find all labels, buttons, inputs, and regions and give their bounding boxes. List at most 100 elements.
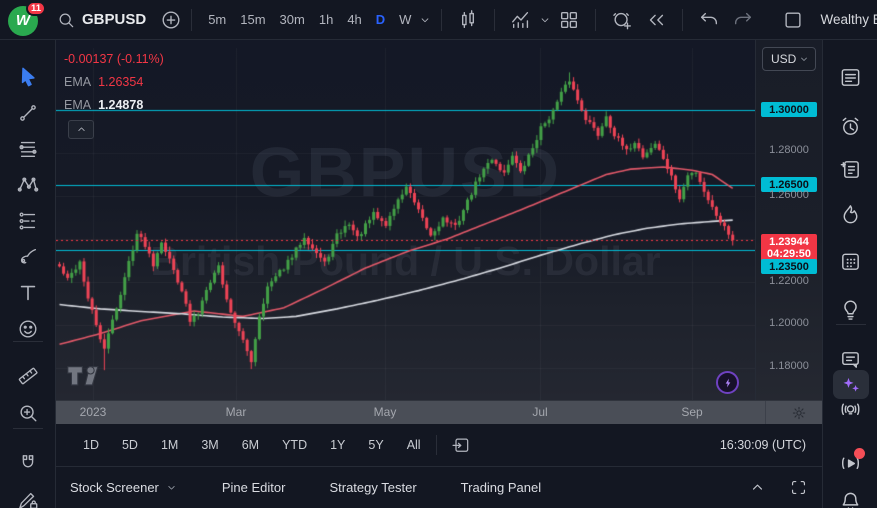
undo-button[interactable]	[692, 9, 726, 31]
chat-icon	[839, 348, 862, 371]
trend-line-tool[interactable]	[17, 102, 39, 124]
range-group: 1D 5D 1M 3M 6M YTD 1Y 5Y All	[76, 434, 428, 456]
sidebar-chat-button[interactable]	[839, 348, 863, 372]
sidebar-watchlist-button[interactable]	[839, 66, 863, 90]
sidebar-notifications-button[interactable]	[839, 490, 863, 508]
save-layout-checkbox[interactable]	[776, 9, 810, 31]
bottom-panel-bar: Stock Screener Pine Editor Strategy Tester…	[56, 467, 822, 508]
axis-price-label: 1.28000	[761, 144, 817, 156]
currency-selector[interactable]: USD	[762, 47, 816, 71]
timeframe-group: 5m15m30m1h4hDW	[201, 8, 418, 31]
fullscreen-icon[interactable]	[789, 478, 808, 497]
ema-white-row[interactable]: EMA1.24878	[64, 94, 164, 117]
range-1d[interactable]: 1D	[76, 434, 106, 456]
timeframe-30m[interactable]: 30m	[273, 8, 312, 31]
price-axis[interactable]: USD 1.300001.280001.265001.260001.239440…	[756, 40, 822, 400]
time-label-mar: Mar	[211, 405, 261, 419]
go-to-date-button[interactable]	[445, 435, 477, 455]
zoom-in-tool[interactable]	[17, 402, 39, 424]
replay-icon	[645, 9, 667, 31]
panel-expand-chevron-icon[interactable]	[748, 478, 767, 497]
sidebar-ideas-button[interactable]	[839, 297, 863, 321]
server-clock[interactable]: 16:30:09 (UTC)	[720, 438, 810, 452]
timeframe-1h[interactable]: 1h	[312, 8, 340, 31]
fib-retracement-icon	[17, 138, 39, 160]
range-6m[interactable]: 6M	[235, 434, 266, 456]
notification-count-badge: 11	[26, 1, 46, 16]
sidebar-object-tree-button[interactable]	[839, 158, 863, 182]
tab-trading-panel[interactable]: Trading Panel	[461, 480, 541, 495]
chart-pane[interactable]: GBPUSD British Pound / U.S. Dollar -0.00…	[56, 40, 756, 400]
time-label-may: May	[360, 405, 410, 419]
cursor-tool[interactable]	[17, 66, 39, 88]
magnet-tool[interactable]	[17, 453, 39, 475]
sidebar-live-ideas-button[interactable]	[839, 398, 863, 422]
divider	[682, 9, 683, 31]
range-3m[interactable]: 3M	[194, 434, 225, 456]
range-all[interactable]: All	[400, 434, 428, 456]
sidebar-alerts-button[interactable]	[839, 115, 863, 139]
text-tool[interactable]	[17, 282, 39, 304]
divider	[836, 324, 866, 325]
symbol-button[interactable]: GBPUSD	[82, 11, 146, 28]
legend-collapse-button[interactable]	[68, 120, 94, 139]
time-axis[interactable]: 2023MarMayJulSep	[56, 400, 822, 424]
ema-label: EMA	[64, 75, 91, 89]
price-change: -0.00137 (-0.11%)	[64, 48, 164, 71]
redo-button[interactable]	[726, 9, 760, 31]
divider	[13, 341, 43, 342]
range-5y[interactable]: 5Y	[361, 434, 390, 456]
create-alert-button[interactable]	[605, 9, 639, 31]
tab-strategy-tester[interactable]: Strategy Tester	[329, 480, 416, 495]
live-ideas-icon	[839, 398, 862, 421]
range-1y[interactable]: 1Y	[323, 434, 352, 456]
divider	[595, 9, 596, 31]
indicators-icon	[510, 9, 532, 31]
axis-settings-gear-icon[interactable]	[790, 404, 808, 422]
divider	[494, 9, 495, 31]
search-icon[interactable]	[56, 10, 76, 30]
chart-style-button[interactable]	[451, 9, 485, 31]
range-ytd[interactable]: YTD	[275, 434, 314, 456]
ruler-tool[interactable]	[17, 363, 39, 385]
drawing-lock-tool[interactable]	[17, 489, 39, 508]
compare-add-icon[interactable]	[160, 9, 182, 31]
right-sidebar	[822, 40, 877, 508]
ema-red-row[interactable]: EMA1.26354	[64, 71, 164, 94]
range-5d[interactable]: 5D	[115, 434, 145, 456]
sidebar-streams-button[interactable]	[839, 452, 863, 476]
sidebar-ai-assistant-button[interactable]	[833, 370, 869, 399]
time-label-sep: Sep	[667, 405, 717, 419]
fib-retracement-tool[interactable]	[17, 138, 39, 160]
indicators-button[interactable]	[504, 9, 538, 31]
timeframe-w[interactable]: W	[392, 8, 418, 31]
emoji-tool[interactable]	[17, 318, 39, 340]
tab-pine-editor[interactable]: Pine Editor	[222, 480, 286, 495]
sidebar-hotlists-button[interactable]	[839, 203, 863, 227]
indicators-chevron-icon[interactable]	[538, 13, 552, 27]
tab-stock-screener[interactable]: Stock Screener	[70, 480, 178, 495]
bar-replay-button[interactable]	[639, 9, 673, 31]
alarm-plus-icon	[611, 9, 633, 31]
brush-tool[interactable]	[17, 246, 39, 268]
timeframe-15m[interactable]: 15m	[233, 8, 272, 31]
quick-action-flash-badge[interactable]	[716, 371, 739, 394]
layout-button[interactable]	[552, 9, 586, 31]
ai-assistant-icon	[841, 375, 861, 395]
long-position-tool[interactable]	[17, 210, 39, 232]
tradingview-logo[interactable]	[66, 364, 106, 390]
timeframe-4h[interactable]: 4h	[340, 8, 368, 31]
chart-legend: -0.00137 (-0.11%) EMA1.26354 EMA1.24878	[64, 48, 164, 117]
tab-label: Stock Screener	[70, 480, 159, 495]
app-logo[interactable]: W 11	[8, 3, 42, 37]
xabcd-pattern-tool[interactable]	[17, 174, 39, 196]
timeframe-5m[interactable]: 5m	[201, 8, 233, 31]
timeframe-d[interactable]: D	[369, 8, 392, 31]
range-1m[interactable]: 1M	[154, 434, 185, 456]
timeframe-menu-chevron-icon[interactable]	[418, 13, 432, 27]
ruler-icon	[17, 363, 39, 385]
calendar-icon	[839, 250, 862, 273]
account-name[interactable]: Wealthy Education	[820, 12, 877, 27]
sidebar-calendar-button[interactable]	[839, 250, 863, 274]
divider	[191, 9, 192, 31]
